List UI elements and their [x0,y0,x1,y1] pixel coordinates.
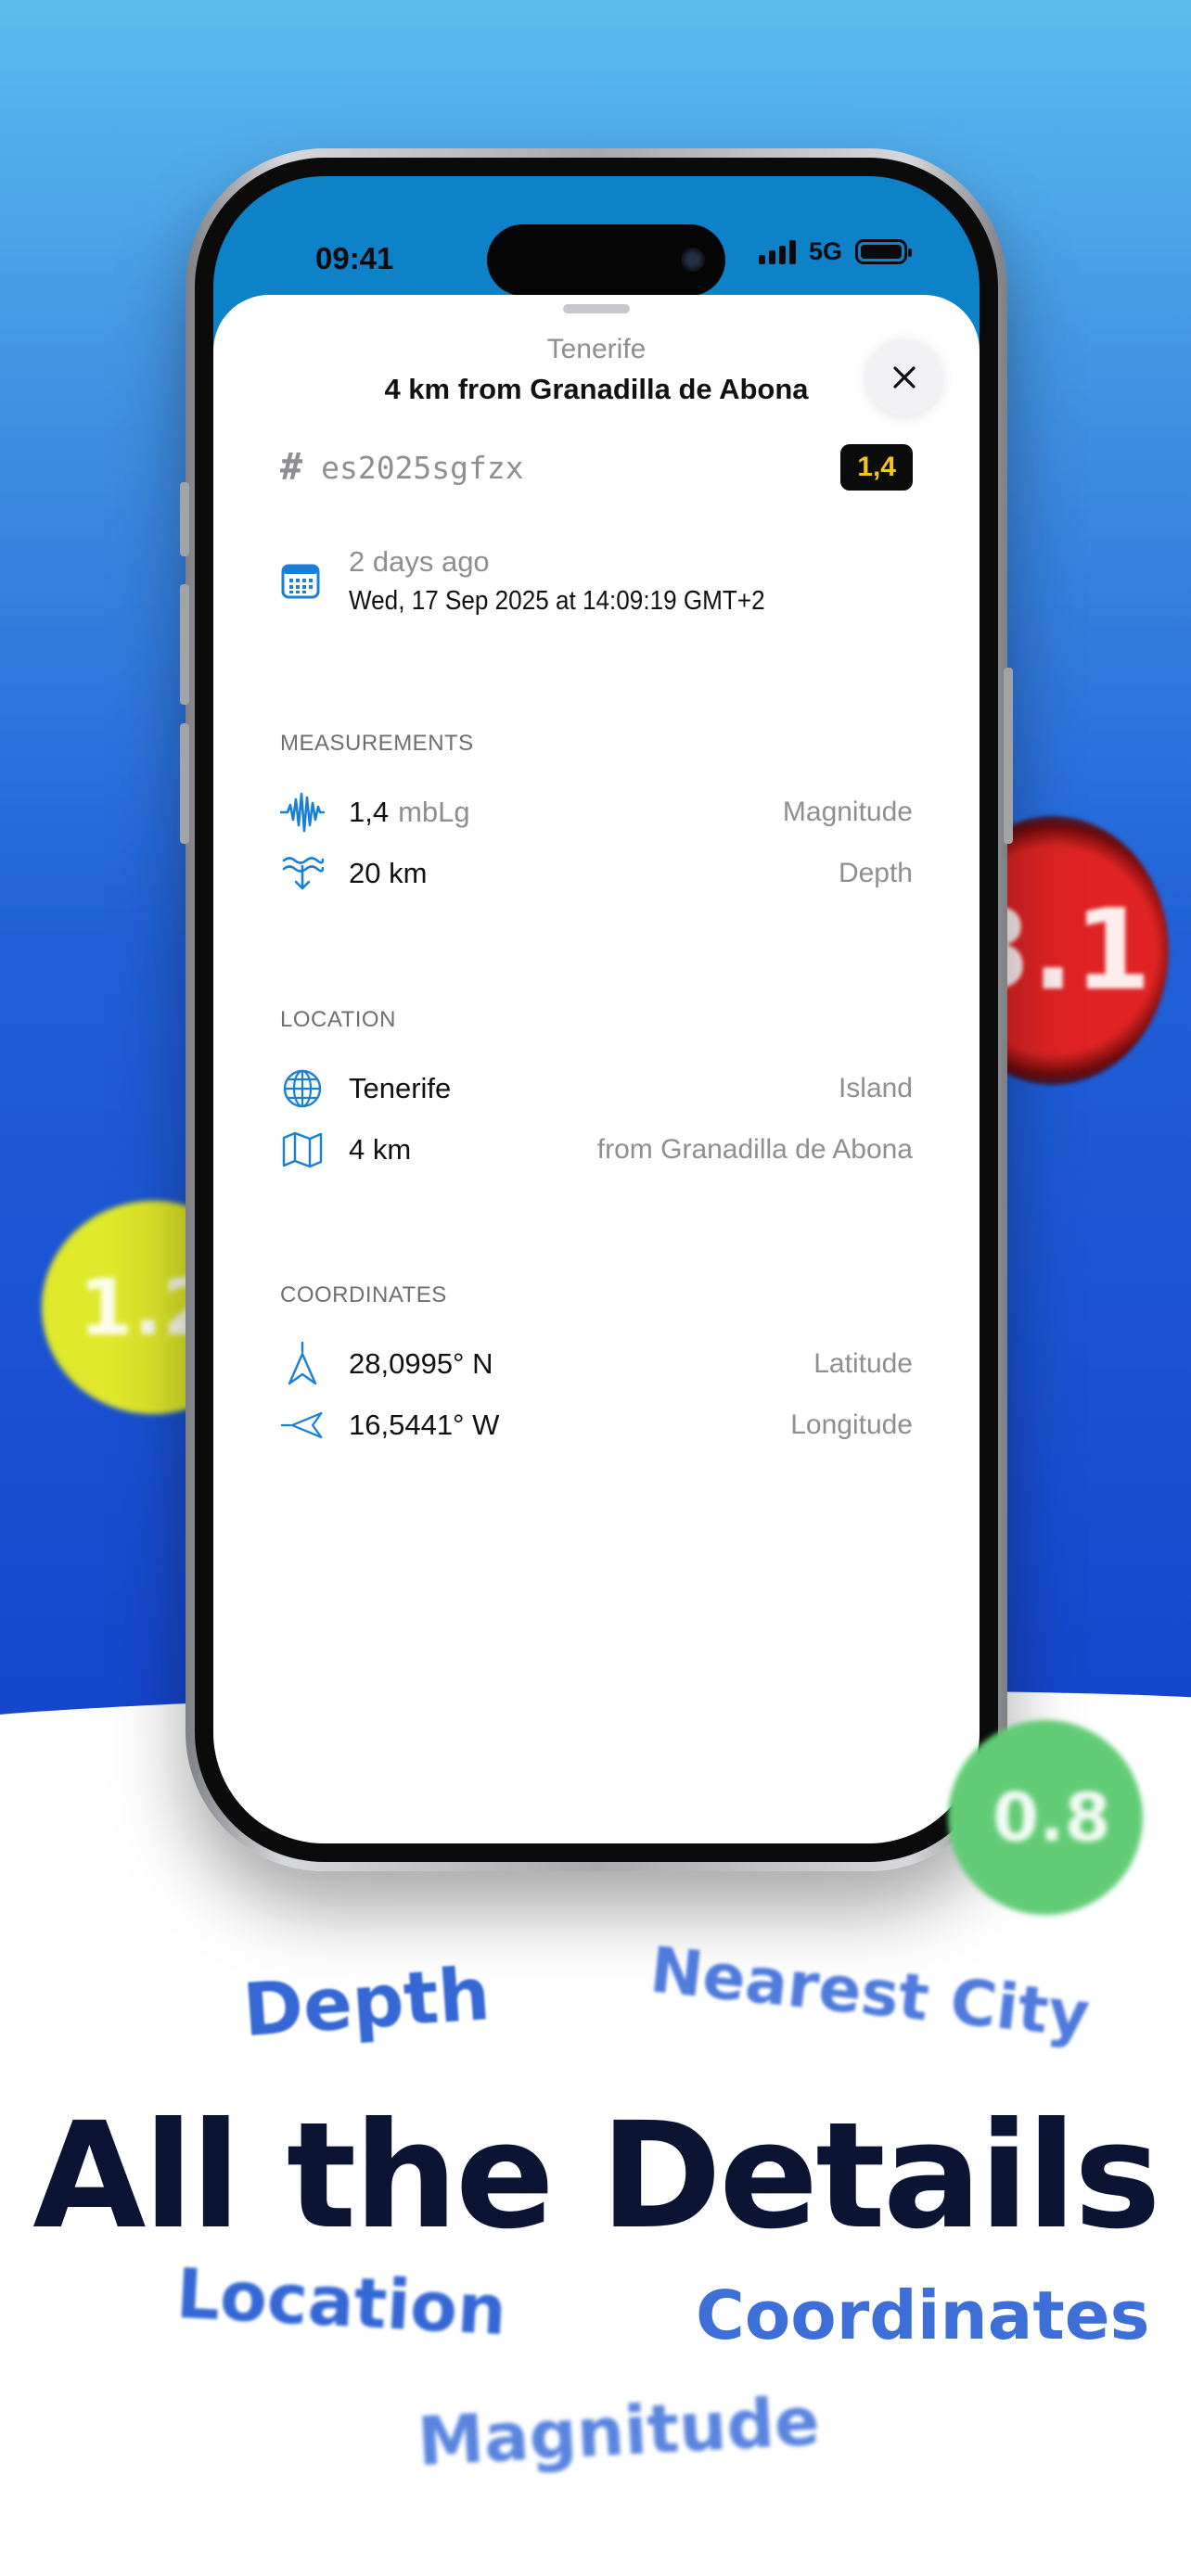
event-id-row: # es2025sgfzx 1,4 [280,441,913,493]
feature-word-magnitude: Magnitude [416,2381,822,2481]
longitude-label: Longitude [790,1409,913,1440]
close-button[interactable] [866,339,942,415]
feature-word-location: Location [173,2253,509,2352]
location-header: LOCATION [280,1007,396,1032]
sheet-title: 4 km from Granadilla de Abona [384,373,809,405]
island-row: Tenerife Island [280,1061,913,1116]
latitude-value: 28,0995° N [349,1347,493,1380]
magnitude-value: 1,4 [349,796,390,828]
hash-icon: # [280,446,303,489]
magnitude-label: Magnitude [782,797,913,827]
depth-label: Depth [838,858,913,888]
action-button [180,482,189,556]
distance-row: 4 km from Granadilla de Abona [280,1122,913,1178]
close-icon [893,366,916,389]
feature-word-coordinates: Coordinates [696,2276,1150,2354]
status-indicators: 5G [758,237,912,266]
power-button [1004,668,1013,844]
phone-screen: 09:41 5G Tenerife 4 km from Granadilla d… [213,176,980,1843]
volume-up-button [180,584,189,705]
latitude-row: 28,0995° N Latitude [280,1336,913,1392]
magnitude-bubble-green: 0.8 [948,1720,1143,1915]
island-value: Tenerife [349,1072,452,1104]
distance-value: 4 km [349,1133,412,1166]
longitude-arrow-icon [280,1411,323,1439]
island-label: Island [838,1073,913,1103]
status-time: 09:41 [315,241,394,275]
camera-icon [681,248,705,272]
latitude-label: Latitude [813,1348,913,1379]
date-absolute: Wed, 17 Sep 2025 at 14:09:19 GMT+2 [349,586,765,616]
coordinates-header: COORDINATES [280,1282,447,1307]
date-relative: 2 days ago [349,545,490,578]
calendar-icon [281,564,320,599]
depth-value: 20 km [349,857,428,889]
sheet-grabber[interactable] [563,304,630,313]
volume-down-button [180,723,189,844]
dynamic-island [487,224,725,296]
depth-row: 20 km Depth [280,846,913,901]
signal-icon [758,239,796,264]
waveform-icon [280,792,325,833]
phone-frame: 09:41 5G Tenerife 4 km from Granadilla d… [180,148,1013,1871]
date-row: 2 days ago Wed, 17 Sep 2025 at 14:09:19 … [280,538,913,640]
latitude-arrow-icon [288,1341,317,1385]
globe-icon [283,1069,322,1108]
headline: All the Details [32,2091,1161,2262]
longitude-row: 16,5441° W Longitude [280,1397,913,1453]
sheet-subtitle: Tenerife [546,334,647,364]
network-label: 5G [808,237,842,265]
map-icon [282,1131,323,1168]
longitude-value: 16,5441° W [349,1409,500,1441]
magnitude-row: 1,4 mbLg Magnitude [280,784,913,840]
magnitude-unit: mbLg [398,796,470,828]
magnitude-badge: 1,4 [840,444,913,491]
battery-icon [855,239,912,264]
distance-label: from Granadilla de Abona [596,1134,913,1165]
feature-word-depth: Depth [240,1952,493,2054]
measurements-header: MEASUREMENTS [280,731,474,756]
detail-sheet: Tenerife 4 km from Granadilla de Abona #… [213,295,980,1843]
depth-icon [282,857,324,890]
event-id[interactable]: es2025sgfzx [321,450,524,486]
